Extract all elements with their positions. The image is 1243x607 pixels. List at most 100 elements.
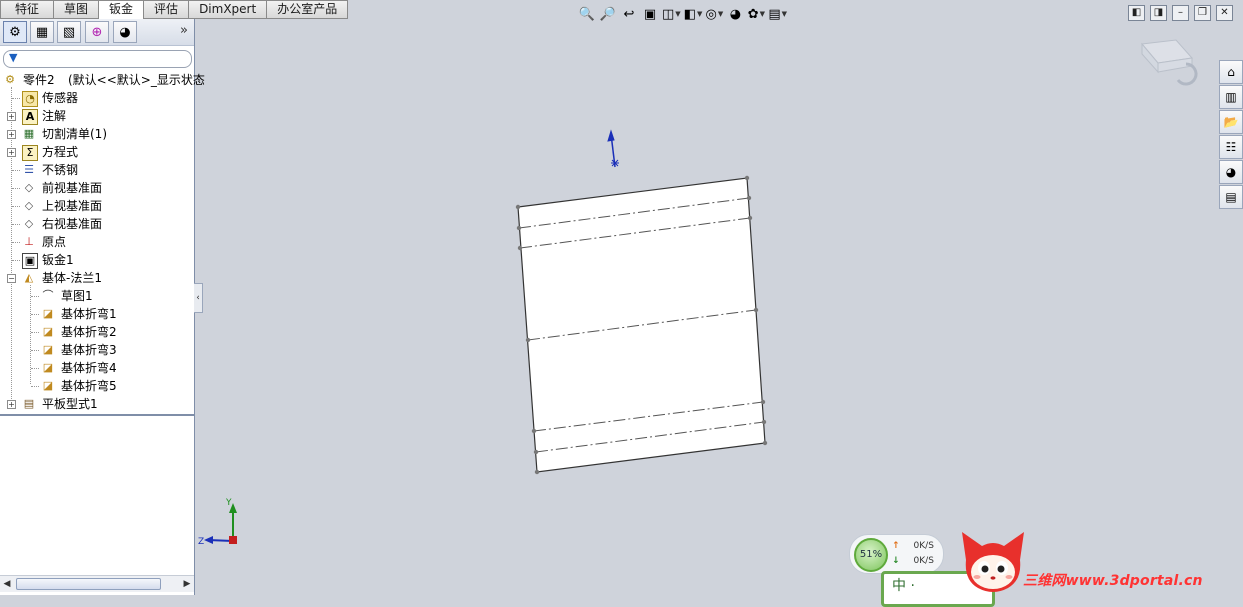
tree-item-base-bend4[interactable]: ◪ 基体折弯4: [0, 359, 194, 377]
feature-manager-tab-icon[interactable]: ⚙: [3, 21, 27, 43]
annotation-icon: A: [22, 109, 38, 125]
fox-mascot-icon: [962, 532, 1024, 592]
base-flange-icon: ◭: [24, 271, 34, 284]
tree-item-base-bend2[interactable]: ◪ 基体折弯2: [0, 323, 194, 341]
tab-evaluate[interactable]: 评估: [144, 0, 190, 19]
restore-icon[interactable]: ❐: [1194, 5, 1211, 21]
tree-item-top-plane[interactable]: ◇ 上视基准面: [0, 197, 194, 215]
plane-icon: ◇: [24, 217, 34, 230]
file-explorer-icon[interactable]: 📂: [1219, 110, 1243, 134]
minimize-icon[interactable]: –: [1172, 5, 1189, 21]
part-icon: ⚙: [5, 73, 15, 86]
tab-sketch[interactable]: 草图: [54, 0, 100, 19]
manager-tabs: ⚙ ▦ ▧ ⊕ ◕ »: [0, 19, 194, 46]
tree-item-front-plane[interactable]: ◇ 前视基准面: [0, 179, 194, 197]
dimxpert-manager-tab-icon[interactable]: ⊕: [85, 21, 109, 43]
tree-item-cut-list[interactable]: + ▦ 切割清单(1): [0, 125, 194, 143]
download-arrow-icon: ↓: [892, 556, 900, 566]
collapse-icon[interactable]: −: [7, 274, 16, 283]
apply-scene-icon[interactable]: ✿ ▼: [747, 5, 765, 23]
panel-collapse-handle-icon[interactable]: ‹: [194, 283, 203, 313]
tile-left-icon[interactable]: ◧: [1128, 5, 1145, 21]
origin-icon: ⊥: [24, 235, 34, 248]
display-manager-tab-icon[interactable]: ◕: [113, 21, 137, 43]
hide-show-items-icon[interactable]: ◎ ▼: [705, 5, 724, 23]
previous-view-icon[interactable]: ↩: [620, 5, 638, 23]
material-icon: ☰: [24, 163, 34, 176]
tree-item-material[interactable]: ☰ 不锈钢: [0, 161, 194, 179]
scroll-thumb[interactable]: [16, 578, 161, 590]
tree-item-origin[interactable]: ⊥ 原点: [0, 233, 194, 251]
cut-list-icon: ▦: [23, 127, 35, 140]
appearances-icon[interactable]: ◕: [1219, 160, 1243, 184]
expand-icon[interactable]: +: [7, 130, 16, 139]
scroll-right-icon[interactable]: ▶: [180, 576, 194, 592]
view-orientation-cube-icon[interactable]: [1141, 39, 1198, 86]
tree-item-sheet-metal[interactable]: ▣ 钣金1: [0, 251, 194, 269]
upload-arrow-icon: ↑: [892, 541, 900, 551]
tree-item-sensors[interactable]: ◔ 传感器: [0, 89, 194, 107]
view-settings-icon[interactable]: ▤ ▼: [768, 5, 787, 23]
flat-pattern-part[interactable]: [515, 175, 768, 475]
zoom-to-fit-icon[interactable]: 🔍: [578, 5, 596, 23]
tab-office-products[interactable]: 办公室产品: [267, 0, 349, 19]
scroll-left-icon[interactable]: ◀: [0, 576, 14, 592]
upload-speed: 0K/S: [913, 541, 934, 551]
property-manager-tab-icon[interactable]: ▦: [30, 21, 54, 43]
tree-item-base-bend3[interactable]: ◪ 基体折弯3: [0, 341, 194, 359]
tree-item-equations[interactable]: + Σ 方程式: [0, 143, 194, 161]
home-icon[interactable]: ⌂: [1219, 60, 1243, 84]
tab-features[interactable]: 特征: [0, 0, 55, 19]
close-icon[interactable]: ✕: [1216, 5, 1233, 21]
zoom-to-area-icon[interactable]: 🔎: [599, 5, 617, 23]
command-manager-tabs: 特征 草图 钣金 评估 DimXpert 办公室产品: [0, 0, 349, 19]
download-speed: 0K/S: [913, 556, 934, 566]
tab-dimxpert[interactable]: DimXpert: [189, 0, 268, 19]
design-library-icon[interactable]: ▥: [1219, 85, 1243, 109]
edit-appearance-icon[interactable]: ◕: [726, 5, 744, 23]
network-speed-widget[interactable]: 51% ↑ 0K/S ↓ 0K/S: [849, 534, 944, 574]
tree-item-base-bend1[interactable]: ◪ 基体折弯1: [0, 305, 194, 323]
tree-item-annotations[interactable]: + A 注解: [0, 107, 194, 125]
horizontal-scrollbar[interactable]: ◀ ▶: [0, 575, 194, 592]
tree-item-right-plane[interactable]: ◇ 右视基准面: [0, 215, 194, 233]
section-view-icon[interactable]: ▣: [641, 5, 659, 23]
tab-sheet-metal[interactable]: 钣金: [99, 0, 145, 19]
tree-filter-input[interactable]: ▼: [3, 50, 192, 68]
feature-manager-panel: ⚙ ▦ ▧ ⊕ ◕ » ▼ ⚙ 零件2 (默认<<默认>_显示状态 ◔ 传感器 …: [0, 19, 205, 595]
sensor-icon: ◔: [22, 91, 38, 107]
window-controls: ◧ ◨ – ❐ ✕: [1128, 5, 1233, 21]
bend-icon: ◪: [42, 379, 54, 392]
fixed-face-arrow-icon: [607, 129, 619, 168]
expand-icon[interactable]: +: [7, 112, 16, 121]
plane-icon: ◇: [24, 181, 34, 194]
view-palette-icon[interactable]: ☷: [1219, 135, 1243, 159]
triad-z-label: Z: [198, 537, 204, 547]
plane-icon: ◇: [24, 199, 34, 212]
expand-icon[interactable]: +: [7, 400, 16, 409]
reference-triad: [204, 503, 237, 544]
task-pane-strip: ⌂ ▥ 📂 ☷ ◕ ▤: [1219, 60, 1243, 210]
equation-icon: Σ: [22, 145, 38, 161]
triad-y-label: Y: [225, 498, 232, 508]
heads-up-view-toolbar: 🔍 🔎 ↩ ▣ ◫ ▼ ◧ ▼ ◎ ▼ ◕ ✿ ▼ ▤ ▼: [578, 4, 787, 24]
custom-properties-icon[interactable]: ▤: [1219, 185, 1243, 209]
tree-root[interactable]: ⚙ 零件2 (默认<<默认>_显示状态: [0, 71, 205, 89]
tile-right-icon[interactable]: ◨: [1150, 5, 1167, 21]
tree-item-base-flange[interactable]: − ◭ 基体-法兰1: [0, 269, 194, 287]
configuration-manager-tab-icon[interactable]: ▧: [57, 21, 81, 43]
expand-panel-icon[interactable]: »: [180, 23, 188, 38]
tree-item-base-bend5[interactable]: ◪ 基体折弯5: [0, 377, 194, 395]
part-config: (默认<<默认>_显示状态: [68, 73, 205, 87]
expand-icon[interactable]: +: [7, 148, 16, 157]
tree-item-flat-pattern[interactable]: + ▤ 平板型式1: [0, 395, 194, 413]
display-style-icon[interactable]: ◧ ▼: [684, 5, 703, 23]
sheet-metal-icon: ▣: [22, 253, 38, 269]
bend-icon: ◪: [42, 361, 54, 374]
bend-icon: ◪: [42, 325, 54, 338]
tree-item-sketch1[interactable]: ⌒ 草图1: [0, 287, 194, 305]
view-orientation-icon[interactable]: ◫ ▼: [662, 5, 681, 23]
bend-icon: ◪: [42, 307, 54, 320]
panel-divider[interactable]: [0, 414, 194, 416]
flat-pattern-icon: ▤: [23, 397, 35, 410]
